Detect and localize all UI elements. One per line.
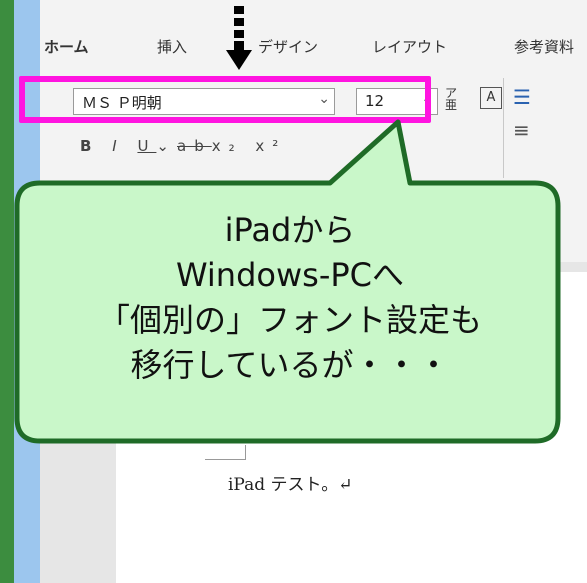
bullet-list-icon[interactable]: ☰ xyxy=(513,85,531,109)
callout-line: 「個別の」フォント設定も xyxy=(97,301,482,339)
phonetic-guide-icon[interactable]: ア亜 xyxy=(445,87,457,111)
font-format-buttons[interactable]: B I U⌄abx₂ x² xyxy=(80,137,286,155)
arrow-dash xyxy=(234,18,244,26)
arrow-dash xyxy=(234,41,244,50)
arrow-down-icon xyxy=(226,50,252,70)
callout-line: 移行しているが・・・ xyxy=(130,346,450,384)
align-left-icon[interactable]: ≡ xyxy=(513,118,530,142)
tab-insert[interactable]: 挿入 xyxy=(157,36,187,57)
shading-icon[interactable]: ⌂ xyxy=(515,176,526,197)
document-text[interactable]: iPad テスト。↵ xyxy=(228,470,352,495)
callout-text: iPadから Windows-PCへ 「個別の」フォント設定も 移行しているが・… xyxy=(20,208,560,388)
ribbon-separator xyxy=(503,78,504,178)
ribbon-tabs: ホーム 挿入 デザイン レイアウト 参考資料 xyxy=(40,36,587,64)
character-border-icon[interactable]: A xyxy=(480,87,502,109)
tab-design[interactable]: デザイン xyxy=(258,36,318,57)
tab-references[interactable]: 参考資料 xyxy=(514,36,574,57)
callout-line: Windows-PCへ xyxy=(175,256,405,294)
tab-home[interactable]: ホーム xyxy=(44,36,89,57)
margin-corner-mark xyxy=(205,445,246,460)
arrow-dash xyxy=(234,30,244,38)
callout-line: iPadから xyxy=(224,211,356,249)
tab-layout[interactable]: レイアウト xyxy=(372,36,447,57)
arrow-dash xyxy=(234,6,244,14)
font-highlight-box xyxy=(19,76,431,123)
